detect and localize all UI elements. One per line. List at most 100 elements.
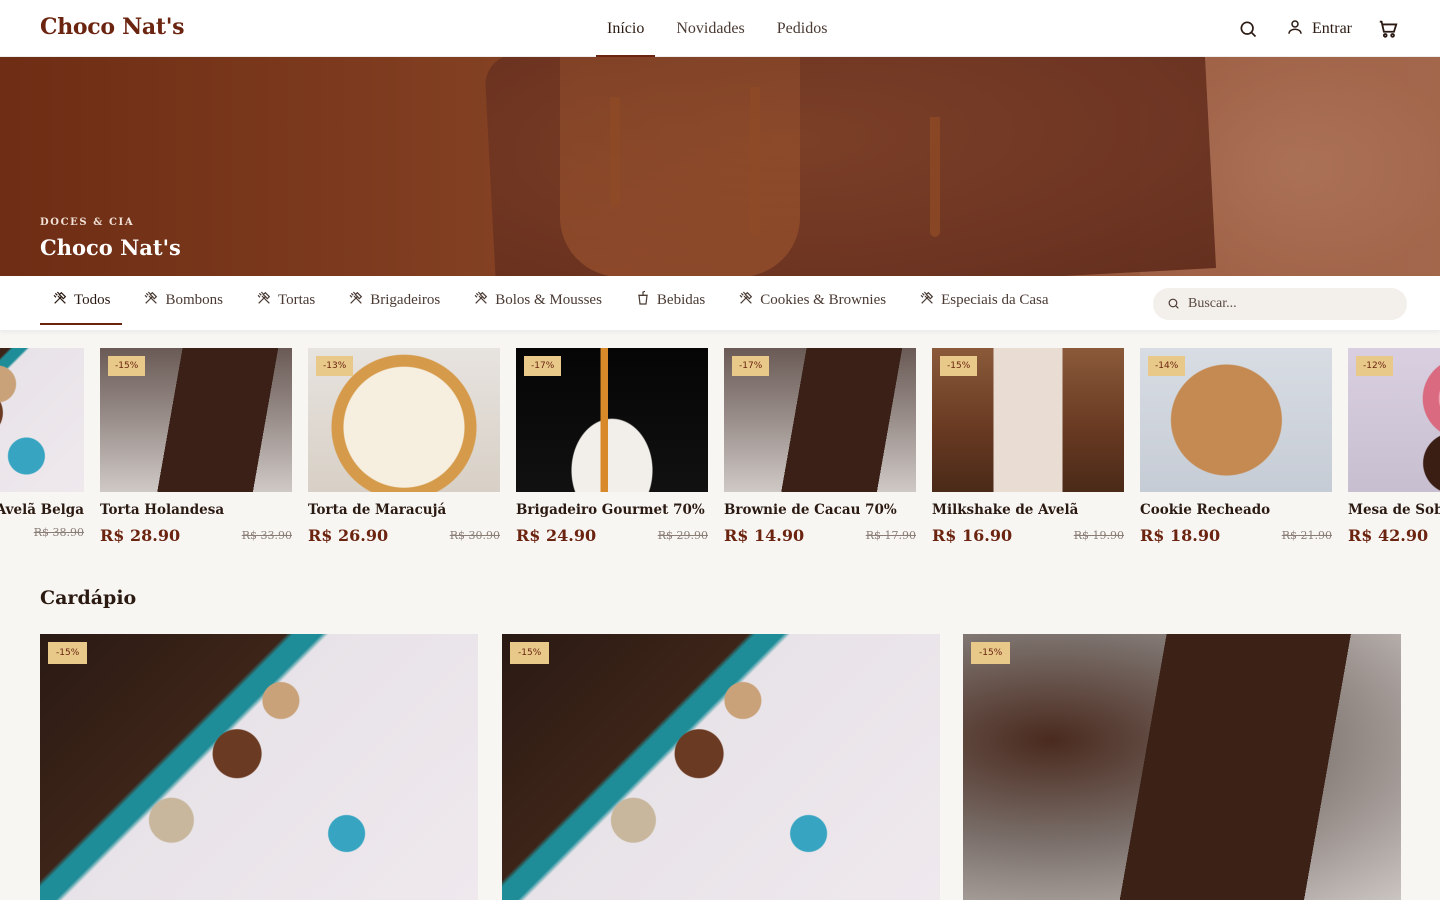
category-label: Tortas [277,291,316,308]
product-prices: R$ 42.90 [1348,526,1440,545]
product-prices: R$ 14.90 R$ 17.90 [724,526,916,545]
carousel-track: Avelã Belga R$ 38.90 -15% Torta Holandes… [0,348,1440,545]
product-price: R$ 24.90 [516,526,597,545]
product-price: R$ 42.90 [1348,526,1429,545]
category-label: Brigadeiros [370,291,441,308]
discount-badge: -15% [48,642,88,664]
discount-badge: -17% [524,356,562,376]
product-name: Torta de Maracujá [308,502,447,518]
drip-decoration [610,97,620,207]
cup-icon [635,290,657,311]
login-button[interactable]: Entrar [1286,18,1352,40]
utensils-icon [738,290,760,311]
utensils-icon [348,290,370,311]
product-prices: R$ 24.90 R$ 29.90 [516,526,708,545]
product-price: R$ 26.90 [308,526,389,545]
menu-item-card[interactable]: -15% [502,634,940,900]
product-image: -17% [516,348,708,492]
product-old-price: R$ 29.90 [657,529,708,542]
product-old-price: R$ 19.90 [1073,529,1124,542]
menu-grid: -15% -15% -15% [40,634,1425,900]
header-actions: Entrar [1236,0,1400,57]
product-prices: R$ 16.90 R$ 19.90 [932,526,1124,545]
nav-item-novidades[interactable]: Novidades [665,0,755,57]
product-name: Brigadeiro Gourmet 70% [516,502,705,518]
main-nav: Início Novidades Pedidos [596,0,848,57]
product-name: Milkshake de Avelã [932,502,1079,518]
discount-badge: -17% [732,356,770,376]
product-old-price: R$ 30.90 [449,529,500,542]
category-tab-bombons[interactable]: Bombons [131,276,235,324]
nav-item-inicio[interactable]: Início [596,0,656,57]
product-prices: R$ 28.90 R$ 33.90 [100,526,292,545]
top-header: Choco Nat's Início Novidades Pedidos Ent… [0,0,1440,57]
category-bar: Todos Bombons Tortas Brigadeiros Bolos &… [0,276,1440,331]
discount-badge: -15% [971,642,1011,664]
category-label: Bombons [165,291,223,308]
product-name: Torta Holandesa [100,502,225,518]
product-image: -15% [932,348,1124,492]
product-card[interactable]: Avelã Belga R$ 38.90 [0,348,84,545]
login-label: Entrar [1312,19,1352,37]
product-price: R$ 14.90 [724,526,805,545]
product-card[interactable]: -15% Milkshake de Avelã R$ 16.90 R$ 19.9… [932,348,1124,545]
category-tab-bebidas[interactable]: Bebidas [623,276,717,324]
category-tab-especiais[interactable]: Especiais da Casa [907,276,1060,324]
discount-badge: -15% [108,356,146,376]
drip-decoration [930,117,940,237]
menu-item-card[interactable]: -15% [963,634,1401,900]
product-card[interactable]: -15% Torta Holandesa R$ 28.90 R$ 33.90 [100,348,292,545]
product-name: Mesa de Sobremesas [1348,502,1440,518]
product-image [0,348,84,492]
product-old-price: R$ 21.90 [1281,529,1332,542]
hero-title: Choco Nat's [40,235,181,260]
product-image: -12% [1348,348,1440,492]
product-price: R$ 28.90 [100,526,181,545]
search-box [1153,288,1407,320]
product-price: R$ 16.90 [932,526,1013,545]
category-tab-tortas[interactable]: Tortas [244,276,327,324]
category-tab-bolos-mousses[interactable]: Bolos & Mousses [461,276,614,324]
product-prices: R$ 26.90 R$ 30.90 [308,526,500,545]
category-label: Cookies & Brownies [760,291,887,308]
product-old-price: R$ 33.90 [241,529,292,542]
product-name: Cookie Recheado [1140,502,1271,518]
utensils-icon [52,290,74,311]
discount-badge: -13% [316,356,354,376]
product-old-price: R$ 38.90 [33,526,84,539]
product-image: -13% [308,348,500,492]
logo[interactable]: Choco Nat's [40,14,185,40]
search-icon [1167,295,1180,314]
cart-icon[interactable] [1376,17,1400,41]
featured-carousel[interactable]: Avelã Belga R$ 38.90 -15% Torta Holandes… [0,348,1440,558]
product-old-price: R$ 17.90 [865,529,916,542]
discount-badge: -12% [1356,356,1394,376]
category-tab-brigadeiros[interactable]: Brigadeiros [336,276,452,324]
drip-decoration [750,87,760,237]
hero-subtitle: DOCES & CIA [40,217,135,228]
product-card[interactable]: -12% Mesa de Sobremesas R$ 42.90 [1348,348,1440,545]
product-card[interactable]: -17% Brigadeiro Gourmet 70% R$ 24.90 R$ … [516,348,708,545]
product-prices: R$ 38.90 [0,526,84,539]
discount-badge: -14% [1148,356,1186,376]
product-name: Brownie de Cacau 70% [724,502,897,518]
menu-section-title: Cardápio [40,587,137,609]
product-image: -15% [100,348,292,492]
category-tab-todos[interactable]: Todos [40,276,123,325]
search-input[interactable] [1188,296,1388,312]
discount-badge: -15% [940,356,978,376]
search-icon[interactable] [1236,17,1260,41]
product-card[interactable]: -17% Brownie de Cacau 70% R$ 14.90 R$ 17… [724,348,916,545]
hero-chocolate-drip [560,57,800,276]
product-name: Avelã Belga [0,502,84,518]
category-tab-cookies-brownies[interactable]: Cookies & Brownies [726,276,898,324]
product-card[interactable]: -14% Cookie Recheado R$ 18.90 R$ 21.90 [1140,348,1332,545]
product-card[interactable]: -13% Torta de Maracujá R$ 26.90 R$ 30.90 [308,348,500,545]
category-label: Bolos & Mousses [495,291,602,308]
category-label: Especiais da Casa [941,291,1049,308]
hero-banner: DOCES & CIA Choco Nat's [0,57,1440,276]
menu-item-card[interactable]: -15% [40,634,478,900]
product-image: -17% [724,348,916,492]
product-price: R$ 18.90 [1140,526,1221,545]
nav-item-pedidos[interactable]: Pedidos [766,0,839,57]
